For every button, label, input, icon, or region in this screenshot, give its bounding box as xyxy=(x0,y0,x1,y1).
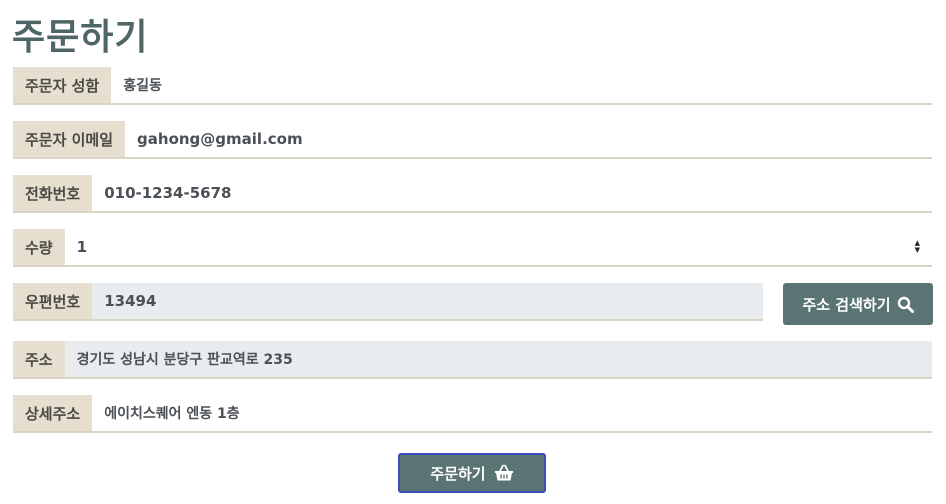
zipcode-row: 우편번호 13494 xyxy=(13,283,763,321)
zipcode-label: 우편번호 xyxy=(13,283,93,319)
submit-order-label: 주문하기 xyxy=(430,464,486,483)
address-label: 주소 xyxy=(13,341,65,377)
address-input[interactable]: 경기도 성남시 분당구 판교역로 235 xyxy=(64,341,932,377)
detail-address-input[interactable]: 에이치스퀘어 엔동 1층 xyxy=(92,395,932,431)
name-label: 주문자 성함 xyxy=(13,67,112,103)
detail-address-label: 상세주소 xyxy=(13,395,93,431)
phone-label: 전화번호 xyxy=(13,175,93,211)
search-icon xyxy=(897,296,914,313)
phone-input[interactable]: 010-1234-5678 xyxy=(92,175,932,211)
select-arrows-icon: ▲ ▼ xyxy=(914,239,920,254)
quantity-value: 1 xyxy=(76,238,88,256)
email-row: 주문자 이메일 gahong@gmail.com xyxy=(13,121,932,159)
name-input[interactable]: 홍길동 xyxy=(111,67,932,103)
name-row: 주문자 성함 홍길동 xyxy=(13,67,932,105)
basket-icon xyxy=(494,464,514,482)
page-title: 주문하기 xyxy=(12,17,149,58)
zipcode-input[interactable]: 13494 xyxy=(92,283,763,319)
email-input[interactable]: gahong@gmail.com xyxy=(125,121,932,157)
quantity-row: 수량 1 ▲ ▼ xyxy=(13,229,932,267)
quantity-select[interactable]: 1 ▲ ▼ xyxy=(64,229,932,265)
quantity-label: 수량 xyxy=(13,229,65,265)
submit-order-button[interactable]: 주문하기 xyxy=(398,453,546,493)
search-address-label: 주소 검색하기 xyxy=(802,295,891,314)
email-label: 주문자 이메일 xyxy=(13,121,126,157)
search-address-button[interactable]: 주소 검색하기 xyxy=(783,283,933,325)
phone-row: 전화번호 010-1234-5678 xyxy=(13,175,932,213)
detail-address-row: 상세주소 에이치스퀘어 엔동 1층 xyxy=(13,395,932,433)
address-row: 주소 경기도 성남시 분당구 판교역로 235 xyxy=(13,341,932,379)
